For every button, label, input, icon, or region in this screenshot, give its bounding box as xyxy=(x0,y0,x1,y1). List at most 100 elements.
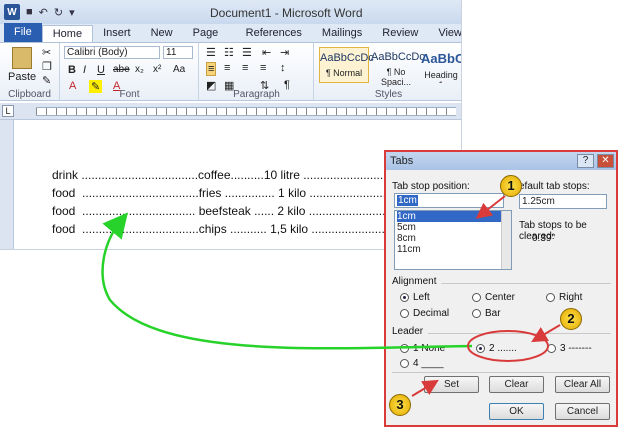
tab-references[interactable]: References xyxy=(236,25,312,42)
font-label: Font xyxy=(119,89,140,100)
close-button[interactable]: ✕ xyxy=(597,154,614,168)
buttons-divider xyxy=(392,372,611,373)
ribbon-tabs: File Home Insert New Tab Page Layout Ref… xyxy=(0,23,461,56)
paste-icon[interactable] xyxy=(12,47,32,69)
leader-dashes-radio[interactable] xyxy=(547,344,556,353)
word-logo-icon: W xyxy=(4,4,20,20)
cancel-button[interactable]: Cancel xyxy=(555,403,610,420)
tab-stops-list[interactable]: 1cm 5cm 8cm 11cm xyxy=(394,210,512,270)
title-bar: W ■ ↶ ↻ ▾ Document1 - Microsoft Word xyxy=(0,0,461,24)
callout-badge-1: 1 xyxy=(500,175,522,197)
leader-dots-radio[interactable] xyxy=(476,344,485,353)
paste-button[interactable]: Paste xyxy=(8,71,36,83)
format-painter-icon[interactable]: ✎ xyxy=(42,74,51,87)
tab-insert[interactable]: Insert xyxy=(93,25,141,42)
clipboard-group: Paste ✂ ❐ ✎ Clipboard xyxy=(0,43,60,101)
align-right-label: Right xyxy=(559,292,583,303)
redo-icon[interactable]: ↻ xyxy=(54,6,63,19)
list-scrollbar[interactable] xyxy=(501,211,511,269)
italic-button[interactable]: I xyxy=(83,64,86,76)
style-name: ¶ Normal xyxy=(325,68,363,78)
styles-label: Styles xyxy=(374,89,403,100)
increase-indent-icon[interactable]: ⇥ xyxy=(280,46,289,59)
ruler-track xyxy=(36,107,456,116)
style-name: Heading 1 xyxy=(424,70,458,83)
alignment-label: Alignment xyxy=(392,276,437,287)
justify-icon[interactable]: ≡ xyxy=(260,62,266,74)
strikethrough-button[interactable]: abe xyxy=(113,64,130,75)
copy-icon[interactable]: ❐ xyxy=(42,60,52,73)
leader-dashes-label: 3 ------- xyxy=(560,343,592,354)
undo-icon[interactable]: ↶ xyxy=(39,6,48,19)
bullets-icon[interactable]: ☰ xyxy=(206,46,216,59)
style-heading-1[interactable]: AaBbC Heading 1 xyxy=(421,47,461,83)
align-left-icon[interactable]: ≡ xyxy=(206,62,217,76)
align-right-icon[interactable]: ≡ xyxy=(242,62,248,74)
alignment-divider xyxy=(441,283,611,284)
tab-mailings[interactable]: Mailings xyxy=(312,25,372,42)
leader-none-radio[interactable] xyxy=(400,344,409,353)
customize-qat-icon[interactable]: ▾ xyxy=(69,6,75,19)
default-tab-stops-input[interactable]: 1.25cm xyxy=(519,194,607,209)
default-tab-stops-label: efault tab stops: xyxy=(519,181,590,192)
align-right-radio[interactable] xyxy=(546,293,555,302)
document-line: food ...................................… xyxy=(52,186,427,200)
style-preview: AaBbCcDc xyxy=(320,52,374,64)
align-left-radio[interactable] xyxy=(400,293,409,302)
tab-stop-position-input[interactable]: 1cm xyxy=(394,193,504,208)
clear-button[interactable]: Clear xyxy=(489,376,544,393)
ok-button[interactable]: OK xyxy=(489,403,544,420)
tab-page-layout[interactable]: Page Layout xyxy=(183,25,236,56)
align-center-label: Center xyxy=(485,292,516,303)
cut-icon[interactable]: ✂ xyxy=(42,46,51,59)
window-title: Document1 - Microsoft Word xyxy=(210,6,363,20)
align-bar-label: Bar xyxy=(485,308,501,319)
align-decimal-radio[interactable] xyxy=(400,309,409,318)
set-button[interactable]: Set xyxy=(424,376,479,393)
tab-new-tab[interactable]: New Tab xyxy=(141,25,183,56)
style-normal[interactable]: AaBbCcDc ¶ Normal xyxy=(319,47,374,83)
font-size-select[interactable]: 11 xyxy=(163,46,193,59)
subscript-button[interactable]: x₂ xyxy=(135,64,144,75)
horizontal-ruler[interactable]: L xyxy=(0,103,461,120)
leader-label: Leader xyxy=(392,326,424,337)
font-name-select[interactable]: Calibri (Body) xyxy=(64,46,160,59)
clear-all-button[interactable]: Clear All xyxy=(555,376,610,393)
leader-line-label: 4 ____ xyxy=(413,358,444,369)
style-no-spacing[interactable]: AaBbCcDc ¶ No Spaci... xyxy=(371,47,425,87)
styles-group: AaBbCcDc ¶ Normal AaBbCcDc ¶ No Spaci...… xyxy=(315,43,461,101)
change-case-button[interactable]: Aa xyxy=(173,64,185,75)
tab-home[interactable]: Home xyxy=(41,25,94,42)
list-item[interactable]: 1cm xyxy=(397,211,511,222)
tab-stop-value: 1cm xyxy=(397,195,418,206)
leader-dots-label: 2 ....... xyxy=(489,343,517,354)
decrease-indent-icon[interactable]: ⇤ xyxy=(262,46,271,59)
numbering-icon[interactable]: ☷ xyxy=(224,46,234,59)
style-preview: AaBbC xyxy=(421,51,461,66)
style-name: ¶ No Spaci... xyxy=(380,67,411,87)
multilevel-list-icon[interactable]: ☰ xyxy=(242,46,252,59)
tab-view[interactable]: View xyxy=(428,25,461,42)
bold-button[interactable]: B xyxy=(68,64,76,76)
tab-selector-icon[interactable]: L xyxy=(2,105,14,117)
ribbon: Paste ✂ ❐ ✎ Clipboard Calibri (Body) 11 … xyxy=(0,43,461,101)
superscript-button[interactable]: x² xyxy=(153,64,161,75)
align-center-icon[interactable]: ≡ xyxy=(224,62,230,74)
align-decimal-label: Decimal xyxy=(413,308,450,319)
help-button[interactable]: ? xyxy=(577,154,594,168)
list-item[interactable]: 11cm xyxy=(397,244,511,255)
leader-line-radio[interactable] xyxy=(400,359,409,368)
align-bar-radio[interactable] xyxy=(472,309,481,318)
list-item[interactable]: 5cm xyxy=(397,222,511,233)
align-center-radio[interactable] xyxy=(472,293,481,302)
list-item[interactable]: 8cm xyxy=(397,233,511,244)
tab-stop-position-label: Tab stop position: xyxy=(392,181,470,192)
tab-review[interactable]: Review xyxy=(372,25,428,42)
underline-button[interactable]: U xyxy=(97,64,105,76)
font-group: Calibri (Body) 11 B I U abe x₂ x² Aa A ✎… xyxy=(61,43,199,101)
line-spacing-icon[interactable]: ↕ xyxy=(280,62,286,74)
tab-file[interactable]: File xyxy=(4,23,42,42)
save-icon[interactable]: ■ xyxy=(26,6,33,18)
leader-none-label: 1 None xyxy=(413,343,446,354)
dialog-title-bar: Tabs ? ✕ xyxy=(386,152,616,170)
